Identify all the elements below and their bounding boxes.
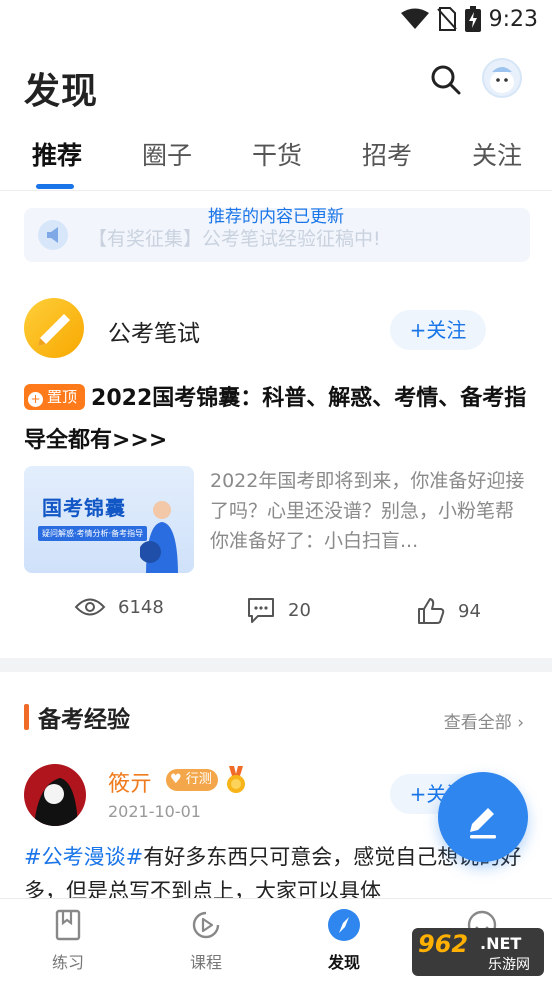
likes-count: 94 <box>458 600 481 622</box>
pencil-icon <box>38 314 70 346</box>
watermark-number: 962 <box>418 930 469 958</box>
watermark-domain: .NET <box>480 934 522 953</box>
nav-practice[interactable]: 练习 <box>28 907 108 973</box>
author-avatar-art-icon <box>34 778 78 826</box>
nav-courses[interactable]: 课程 <box>166 907 246 973</box>
likes-stat[interactable]: 94 <box>416 596 481 626</box>
compass-icon <box>328 909 360 941</box>
nav-discover-label: 发现 <box>327 953 360 972</box>
play-circle-icon <box>192 911 220 939</box>
circle-name[interactable]: 公考笔试 <box>108 314 200 348</box>
status-bar: 9:23 <box>0 0 552 40</box>
page-title: 发现 <box>24 71 99 112</box>
see-all-link[interactable]: 查看全部 › <box>444 708 524 733</box>
post-title[interactable]: + 置顶 2022国考锦囊：科普、解惑、考情、备考指导全都有>>> <box>24 378 530 462</box>
views-count: 6148 <box>118 596 164 618</box>
nav-discover[interactable]: 发现 <box>304 907 384 973</box>
post-title-text: 2022国考锦囊：科普、解惑、考情、备考指导全都有>>> <box>24 386 527 453</box>
heart-icon: ♥ <box>170 772 182 787</box>
post-thumbnail[interactable]: 国考锦囊 疑问解惑·考情分析·备考指导 <box>24 466 194 573</box>
avatar[interactable] <box>482 58 522 98</box>
eye-icon <box>74 598 106 616</box>
search-button[interactable] <box>428 62 464 98</box>
search-icon <box>431 65 461 95</box>
nav-courses-label: 课程 <box>189 953 222 972</box>
avatar-mascot-icon <box>490 67 514 93</box>
tab-recommend[interactable]: 推荐 <box>32 136 82 172</box>
watermark-site-name: 乐游网 <box>488 957 530 973</box>
tab-bar: 推荐 圈子 干货 招考 关注 <box>0 128 552 190</box>
tab-recruitment[interactable]: 招考 <box>362 136 412 172</box>
update-toast: 推荐的内容已更新 <box>208 207 344 227</box>
author-avatar[interactable] <box>24 764 86 826</box>
section-divider <box>0 658 552 672</box>
no-sim-icon <box>436 7 457 31</box>
author-tag-label: 行测 <box>185 772 212 787</box>
pin-icon: + <box>28 392 43 407</box>
site-watermark: 962 .NET 乐游网 <box>412 928 544 976</box>
battery-charging-icon <box>464 6 481 32</box>
thumbs-up-icon <box>418 598 445 624</box>
thumbnail-subtitle: 疑问解惑·考情分析·备考指导 <box>38 526 148 541</box>
follow-button[interactable]: +关注 <box>390 310 486 350</box>
wifi-icon <box>400 8 429 29</box>
hashtag-link[interactable]: #公考漫谈# <box>24 845 143 869</box>
header: 发现 <box>0 52 552 116</box>
tab-following[interactable]: 关注 <box>472 136 522 172</box>
status-icons: 9:23 <box>400 6 538 32</box>
notice-text: 【有奖征集】公考笔试经验征稿中! <box>88 228 381 250</box>
comments-stat[interactable]: 20 <box>246 596 311 624</box>
comments-count: 20 <box>288 599 311 621</box>
circle-logo[interactable] <box>24 298 84 358</box>
author-level-badge: ♥ 行测 <box>166 769 218 791</box>
views-stat: 6148 <box>74 596 164 618</box>
divider <box>0 190 552 191</box>
pinned-badge: + 置顶 <box>24 384 86 410</box>
compose-button[interactable] <box>438 772 528 862</box>
medal-icon <box>227 766 245 793</box>
comment-icon <box>248 598 274 623</box>
post-date: 2021-10-01 <box>108 802 201 821</box>
circle-header: 公考笔试 +关注 <box>24 298 530 360</box>
active-tab-indicator <box>36 184 74 189</box>
status-time: 9:23 <box>488 6 538 32</box>
tab-circles[interactable]: 圈子 <box>142 136 192 172</box>
book-icon <box>55 909 81 941</box>
person-illustration-icon <box>140 501 178 573</box>
author-name[interactable]: 筱亓 <box>108 766 152 798</box>
tab-dry-goods[interactable]: 干货 <box>252 136 302 172</box>
section-header: 备考经验 查看全部 › <box>0 698 552 738</box>
section-title: 备考经验 <box>38 707 130 733</box>
post-excerpt[interactable]: 2022年国考即将到来，你准备好迎接了吗？心里还没谱？别急，小粉笔帮你准备好了：… <box>210 466 530 566</box>
post-stats: 6148 20 94 <box>0 594 552 634</box>
pinned-label: 置顶 <box>47 388 78 406</box>
edit-pen-icon <box>470 808 496 839</box>
thumbnail-title: 国考锦囊 <box>42 496 126 520</box>
section-accent-bar <box>24 704 29 730</box>
nav-practice-label: 练习 <box>51 953 84 972</box>
